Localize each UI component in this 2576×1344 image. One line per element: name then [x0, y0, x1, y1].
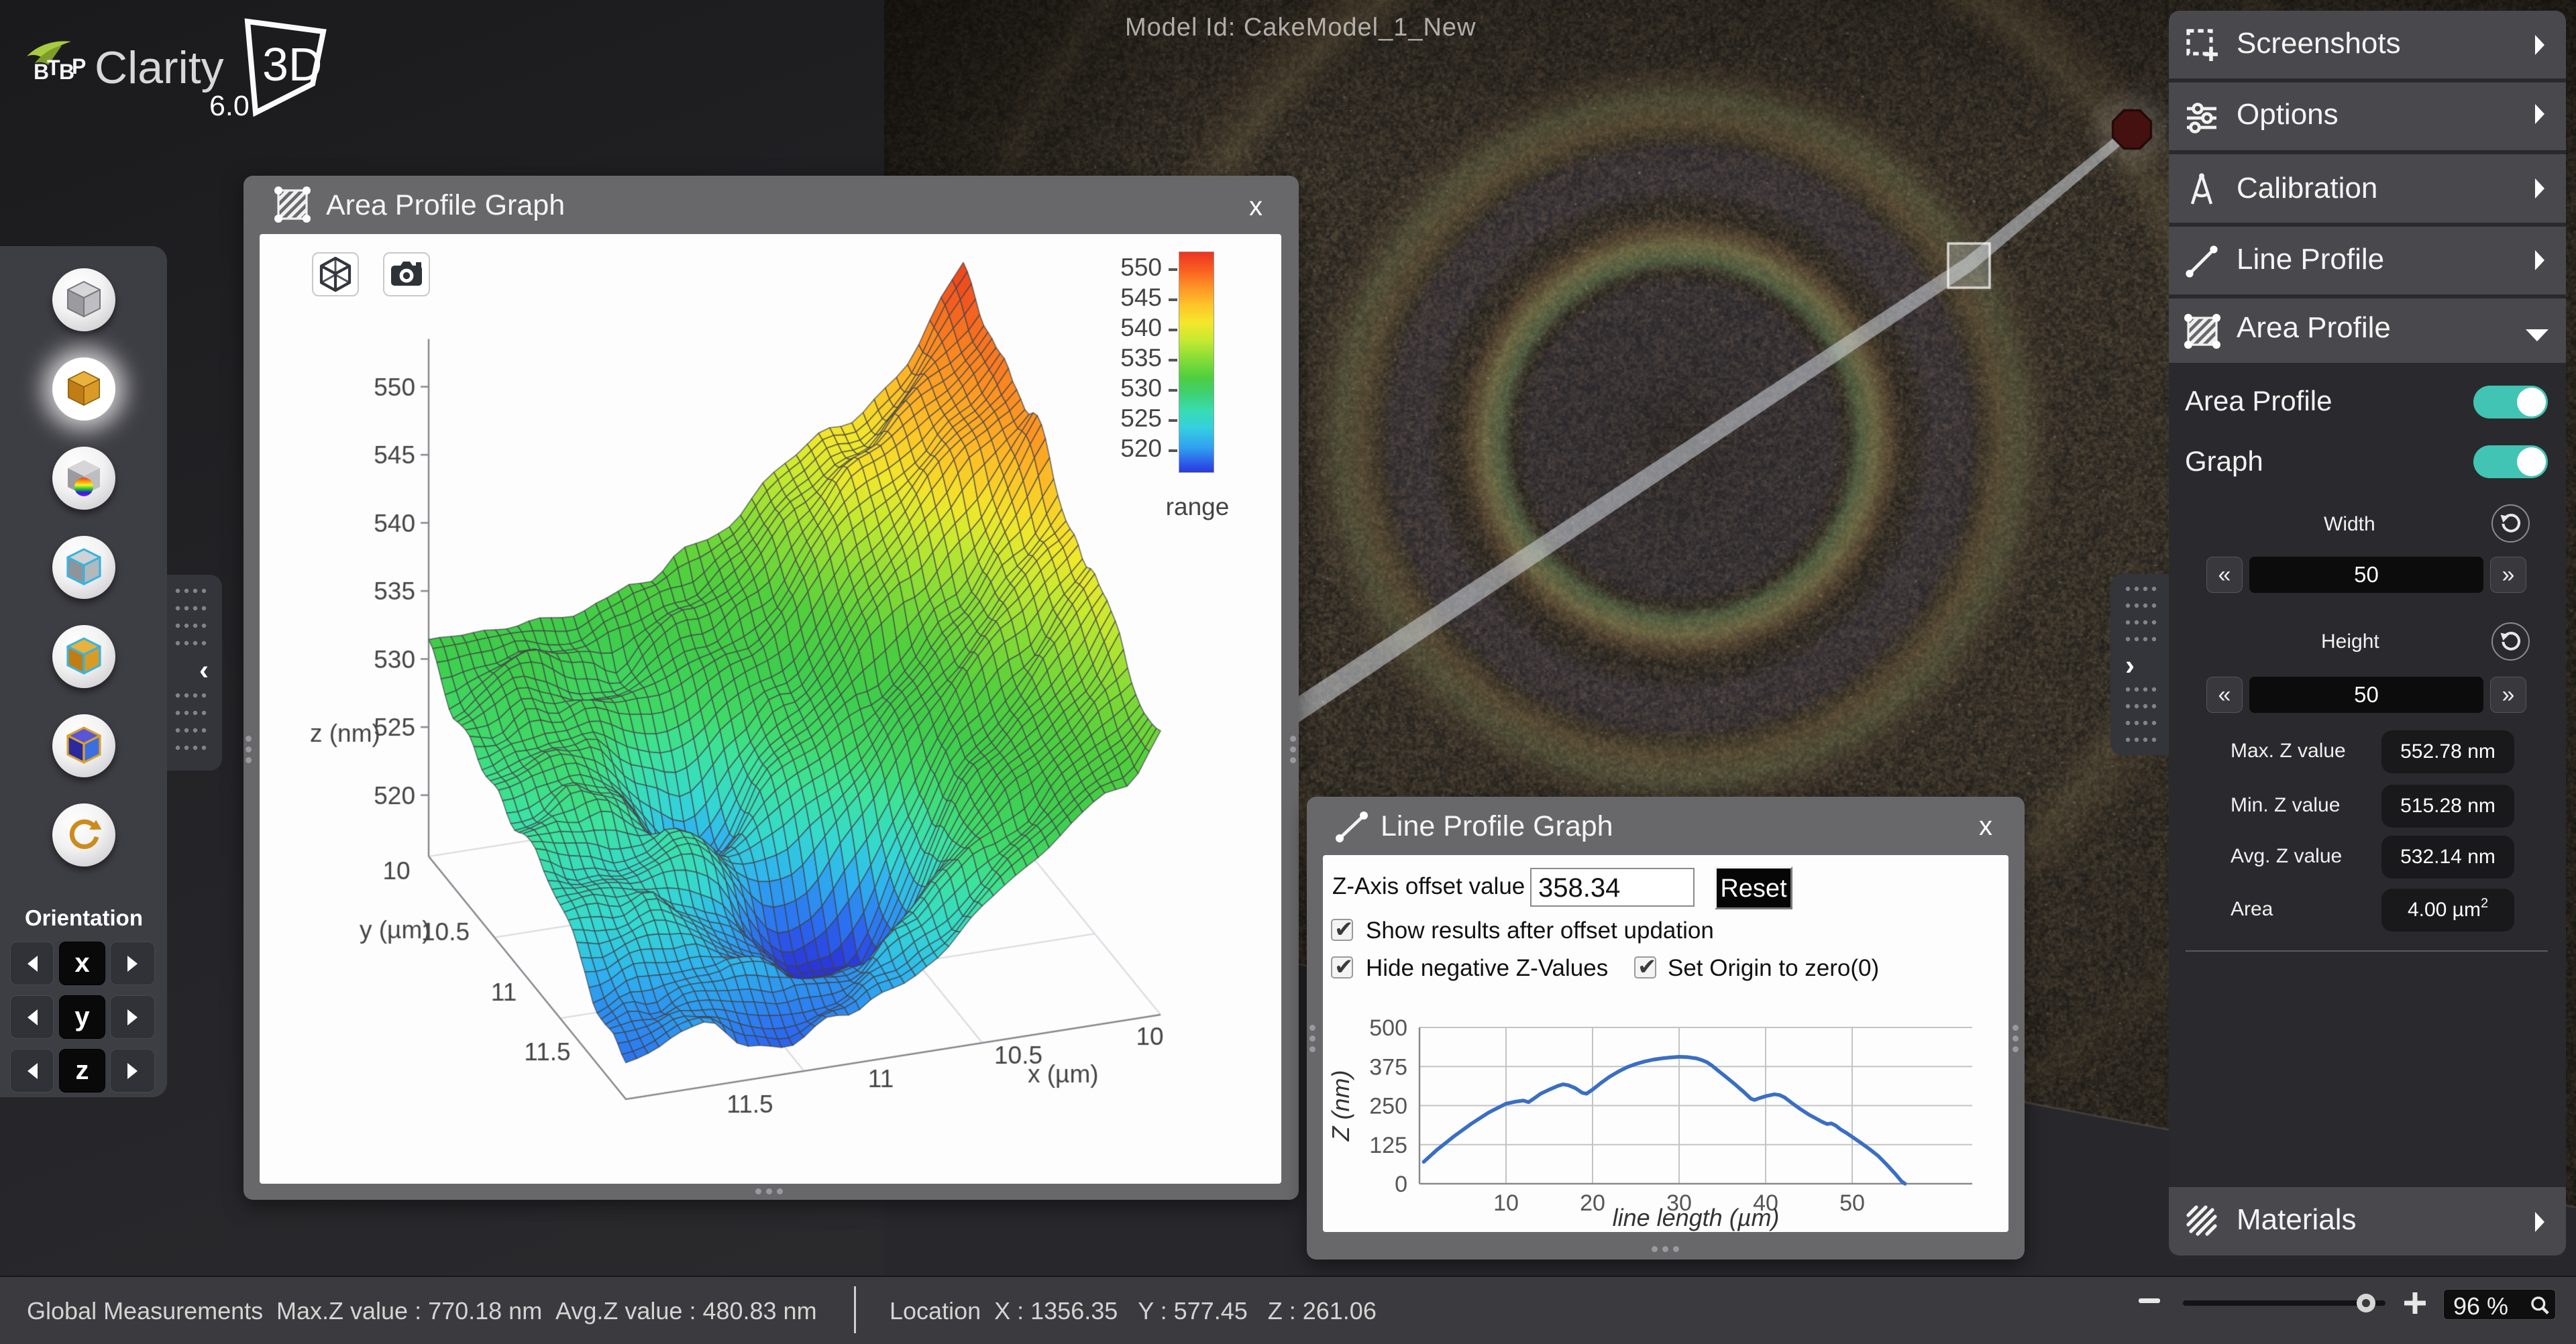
svg-text:line length (µm): line length (µm) — [1613, 1204, 1780, 1231]
svg-text:Clarity: Clarity — [95, 42, 224, 93]
svg-text:‹: ‹ — [199, 654, 209, 685]
svg-text:20: 20 — [1580, 1190, 1605, 1216]
svg-text:50: 50 — [1839, 1190, 1865, 1216]
svg-text:375: 375 — [1369, 1054, 1407, 1080]
svg-text:6.0: 6.0 — [209, 90, 250, 122]
svg-text:P: P — [72, 54, 86, 78]
svg-text:Z (nm): Z (nm) — [1327, 1070, 1354, 1142]
svg-text:B: B — [34, 60, 48, 84]
svg-text:›: › — [2125, 649, 2135, 681]
svg-text:125: 125 — [1369, 1133, 1407, 1158]
svg-text:T: T — [47, 56, 60, 80]
svg-text:3D: 3D — [262, 38, 322, 91]
svg-text:500: 500 — [1369, 1015, 1407, 1041]
svg-text:0: 0 — [1395, 1172, 1407, 1197]
svg-text:250: 250 — [1369, 1094, 1407, 1119]
svg-text:10: 10 — [1493, 1190, 1519, 1216]
